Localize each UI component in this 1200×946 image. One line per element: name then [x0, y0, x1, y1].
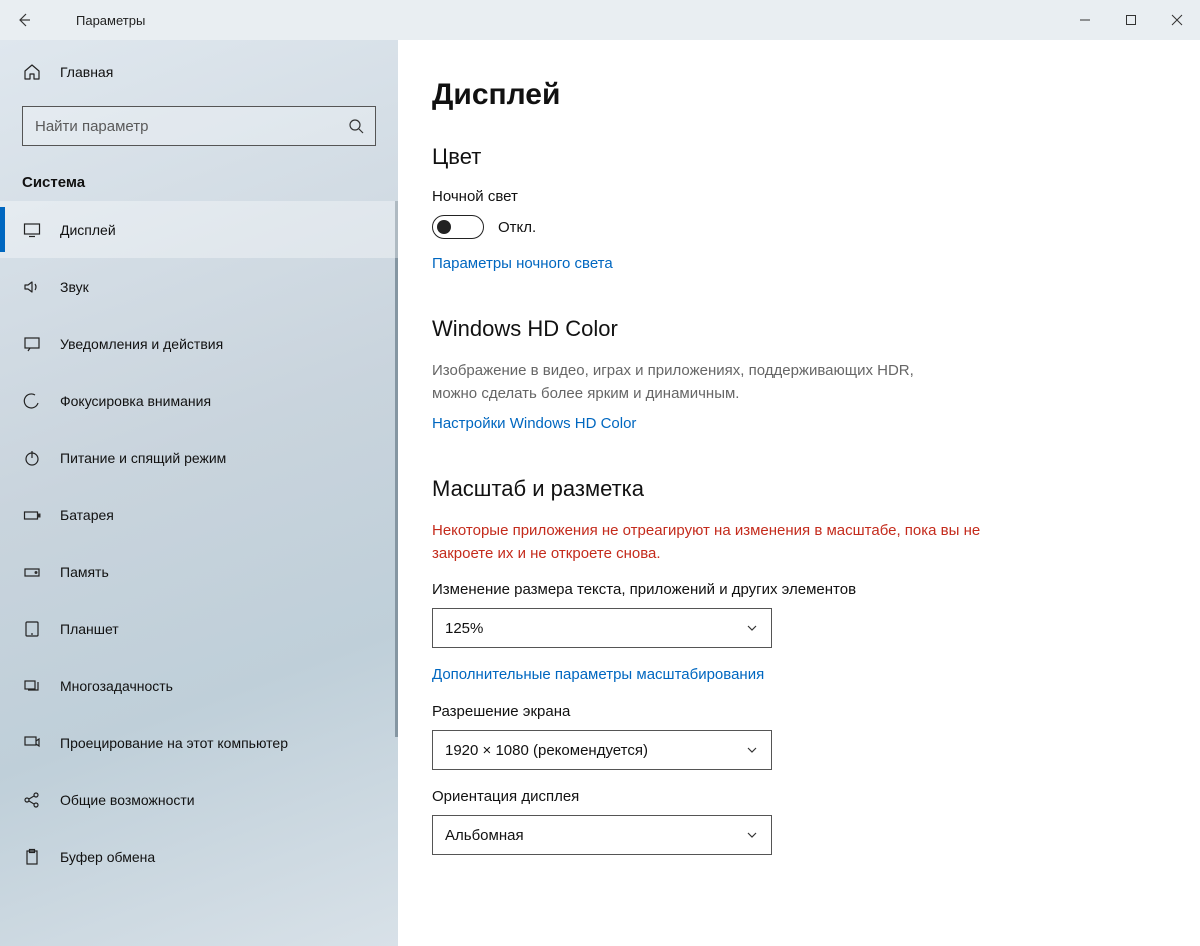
hdcolor-description: Изображение в видео, играх и приложениях…: [432, 360, 962, 405]
sidebar-item-label: Проецирование на этот компьютер: [60, 735, 288, 751]
sidebar-item-label: Батарея: [60, 507, 114, 523]
sidebar-item-label: Многозадачность: [60, 678, 173, 694]
text-size-label: Изменение размера текста, приложений и д…: [432, 581, 1170, 598]
scale-warning: Некоторые приложения не отреагируют на и…: [432, 520, 992, 565]
sidebar-item-project[interactable]: Проецирование на этот компьютер: [0, 714, 398, 771]
sidebar-item-battery[interactable]: Батарея: [0, 486, 398, 543]
sidebar-item-sound[interactable]: Звук: [0, 258, 398, 315]
sidebar-item-label: Фокусировка внимания: [60, 393, 211, 409]
night-light-label: Ночной свет: [432, 188, 1170, 205]
chevron-down-icon: [745, 828, 759, 842]
sidebar-item-label: Питание и спящий режим: [60, 450, 226, 466]
search-icon: [347, 117, 365, 135]
sidebar-category-label: Система: [0, 152, 398, 201]
titlebar: Параметры: [0, 0, 1200, 40]
battery-icon: [22, 505, 42, 525]
tablet-icon: [22, 619, 42, 639]
night-light-settings-link[interactable]: Параметры ночного света: [432, 255, 613, 272]
focus-icon: [22, 391, 42, 411]
sidebar-item-tablet[interactable]: Планшет: [0, 600, 398, 657]
text-size-combobox[interactable]: 125%: [432, 608, 772, 648]
resolution-value: 1920 × 1080 (рекомендуется): [445, 742, 648, 759]
night-light-toggle[interactable]: [432, 215, 484, 239]
arrow-left-icon: [16, 12, 32, 28]
notifications-icon: [22, 334, 42, 354]
sidebar-item-label: Планшет: [60, 621, 119, 637]
hdcolor-settings-link[interactable]: Настройки Windows HD Color: [432, 415, 636, 432]
storage-icon: [22, 562, 42, 582]
close-button[interactable]: [1154, 0, 1200, 40]
shared-icon: [22, 790, 42, 810]
clipboard-icon: [22, 847, 42, 867]
resolution-label: Разрешение экрана: [432, 703, 1170, 720]
toggle-knob: [437, 220, 451, 234]
sidebar-item-label: Дисплей: [60, 222, 116, 238]
page-title: Дисплей: [432, 78, 1170, 112]
multitask-icon: [22, 676, 42, 696]
section-title-scale: Масштаб и разметка: [432, 476, 1170, 502]
night-light-state: Откл.: [498, 219, 536, 236]
sidebar-item-shared[interactable]: Общие возможности: [0, 771, 398, 828]
sidebar: Главная Система Дисплей: [0, 40, 398, 946]
power-icon: [22, 448, 42, 468]
search-box[interactable]: [22, 106, 376, 146]
chevron-down-icon: [745, 743, 759, 757]
section-title-color: Цвет: [432, 144, 1170, 170]
sidebar-item-clipboard[interactable]: Буфер обмена: [0, 828, 398, 885]
advanced-scaling-link[interactable]: Дополнительные параметры масштабирования: [432, 666, 764, 683]
display-icon: [22, 220, 42, 240]
sidebar-item-display[interactable]: Дисплей: [0, 201, 398, 258]
window-controls: [1062, 0, 1200, 40]
sidebar-item-multitask[interactable]: Многозадачность: [0, 657, 398, 714]
maximize-button[interactable]: [1108, 0, 1154, 40]
sound-icon: [22, 277, 42, 297]
project-icon: [22, 733, 42, 753]
minimize-icon: [1079, 14, 1091, 26]
window-title: Параметры: [76, 13, 145, 28]
sidebar-item-label: Буфер обмена: [60, 849, 155, 865]
text-size-value: 125%: [445, 620, 483, 637]
sidebar-item-label: Звук: [60, 279, 89, 295]
sidebar-home-label: Главная: [60, 64, 113, 80]
sidebar-item-label: Уведомления и действия: [60, 336, 223, 352]
close-icon: [1171, 14, 1183, 26]
minimize-button[interactable]: [1062, 0, 1108, 40]
chevron-down-icon: [745, 621, 759, 635]
sidebar-item-power[interactable]: Питание и спящий режим: [0, 429, 398, 486]
home-icon: [22, 62, 42, 82]
resolution-combobox[interactable]: 1920 × 1080 (рекомендуется): [432, 730, 772, 770]
sidebar-item-label: Память: [60, 564, 109, 580]
sidebar-item-label: Общие возможности: [60, 792, 195, 808]
search-input[interactable]: [35, 118, 347, 135]
maximize-icon: [1125, 14, 1137, 26]
sidebar-home[interactable]: Главная: [0, 44, 398, 100]
sidebar-item-storage[interactable]: Память: [0, 543, 398, 600]
sidebar-nav-list: Дисплей Звук Уведомления и действия: [0, 201, 398, 885]
section-title-hdcolor: Windows HD Color: [432, 316, 1170, 342]
sidebar-item-focus[interactable]: Фокусировка внимания: [0, 372, 398, 429]
main-panel: Дисплей Цвет Ночной свет Откл. Параметры…: [398, 40, 1200, 946]
sidebar-item-notifications[interactable]: Уведомления и действия: [0, 315, 398, 372]
back-button[interactable]: [0, 0, 48, 40]
orientation-combobox[interactable]: Альбомная: [432, 815, 772, 855]
orientation-label: Ориентация дисплея: [432, 788, 1170, 805]
orientation-value: Альбомная: [445, 827, 524, 844]
